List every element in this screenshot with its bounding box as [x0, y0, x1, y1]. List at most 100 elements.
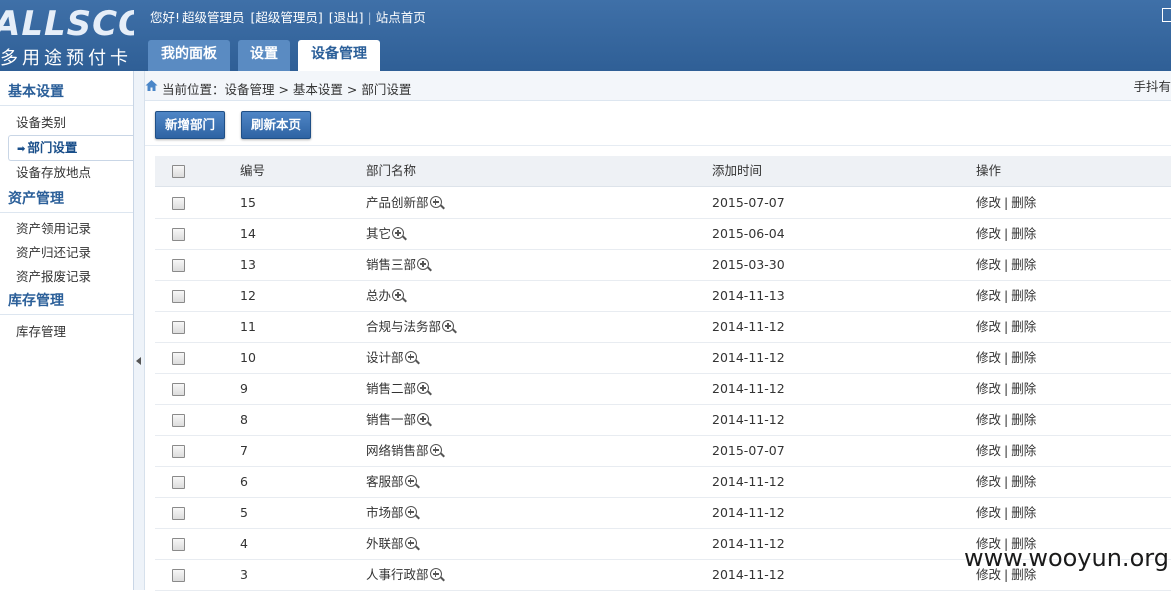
sidebar-item-asset-return[interactable]: 资产归还记录: [0, 241, 133, 265]
zoom-in-icon[interactable]: [429, 444, 445, 458]
separator: |: [1004, 288, 1009, 303]
cell-time: 2015-03-30: [712, 257, 785, 272]
edit-link[interactable]: 修改: [976, 319, 1001, 334]
edit-link[interactable]: 修改: [976, 226, 1001, 241]
edit-link[interactable]: 修改: [976, 443, 1001, 458]
sidebar-group-title[interactable]: 基本设置: [0, 79, 133, 106]
sidebar-item-device-category[interactable]: 设备类别: [0, 111, 133, 135]
sidebar-item-asset-scrap[interactable]: 资产报废记录: [0, 265, 133, 289]
zoom-in-icon[interactable]: [404, 506, 420, 520]
select-all-checkbox[interactable]: [172, 165, 185, 178]
divider: [145, 145, 1171, 146]
edit-link[interactable]: 修改: [976, 505, 1001, 520]
row-checkbox[interactable]: [172, 259, 185, 272]
row-checkbox[interactable]: [172, 476, 185, 489]
cell-time: 2014-11-12: [712, 474, 785, 489]
row-checkbox[interactable]: [172, 538, 185, 551]
main-content: 当前位置：设备管理 > 基本设置 > 部门设置 手抖有 新增部门 刷新本页 编号…: [145, 71, 1171, 591]
cell-ops: 修改 | 删除: [976, 311, 1036, 342]
delete-link[interactable]: 删除: [1011, 412, 1036, 427]
header-time: 添加时间: [712, 163, 763, 178]
top-bar: ALLSCORE 多用途预付卡 您好!超级管理员 [超级管理员] [退出]| 站点…: [0, 0, 1171, 71]
sidebar-group-title[interactable]: 库存管理: [0, 288, 133, 315]
sidebar-item-inventory[interactable]: 库存管理: [0, 320, 133, 344]
zoom-in-icon[interactable]: [429, 196, 445, 210]
delete-link[interactable]: 删除: [1011, 195, 1036, 210]
tab-settings[interactable]: 设置: [238, 40, 290, 71]
sidebar: 基本设置 设备类别 ➡ 部门设置 设备存放地点 资产管理 资产领用记录 资产归还记…: [0, 71, 134, 590]
cell-ops: 修改 | 删除: [976, 218, 1036, 249]
window-icon[interactable]: [1162, 8, 1171, 22]
department-name: 其它: [366, 226, 392, 241]
delete-link[interactable]: 删除: [1011, 257, 1036, 272]
add-department-button[interactable]: 新增部门: [155, 111, 226, 139]
row-checkbox[interactable]: [172, 228, 185, 241]
sidebar-item-label: 资产领用记录: [16, 221, 92, 236]
separator: |: [1004, 381, 1009, 396]
cell-id: 4: [240, 536, 248, 551]
cell-time: 2014-11-13: [712, 288, 785, 303]
zoom-in-icon[interactable]: [404, 475, 420, 489]
row-checkbox[interactable]: [172, 507, 185, 520]
row-checkbox[interactable]: [172, 414, 185, 427]
edit-link[interactable]: 修改: [976, 257, 1001, 272]
row-checkbox[interactable]: [172, 383, 185, 396]
user-bar: 您好! 超级管理员 [超级管理员] [退出] | 站点首页: [150, 7, 426, 26]
delete-link[interactable]: 删除: [1011, 381, 1036, 396]
zoom-in-icon[interactable]: [417, 413, 432, 427]
sidebar-item-label: 资产报废记录: [16, 269, 92, 284]
row-checkbox[interactable]: [172, 569, 185, 582]
zoom-in-icon[interactable]: [404, 537, 420, 551]
sidebar-item-storage-location[interactable]: 设备存放地点: [0, 161, 133, 185]
zoom-in-icon[interactable]: [392, 289, 407, 303]
cell-id: 9: [240, 381, 248, 396]
delete-link[interactable]: 删除: [1011, 443, 1036, 458]
edit-link[interactable]: 修改: [976, 381, 1001, 396]
site-home-link[interactable]: 站点首页: [376, 10, 426, 25]
cell-name: 销售二部: [366, 373, 432, 404]
row-checkbox[interactable]: [172, 290, 185, 303]
zoom-in-icon[interactable]: [417, 382, 432, 396]
zoom-in-icon[interactable]: [442, 320, 457, 334]
logo-text: ALLSCORE: [0, 4, 134, 44]
refresh-page-button[interactable]: 刷新本页: [241, 111, 312, 139]
edit-link[interactable]: 修改: [976, 350, 1001, 365]
tab-device-management[interactable]: 设备管理: [298, 40, 380, 71]
sidebar-group-title[interactable]: 资产管理: [0, 186, 133, 213]
department-name: 总办: [366, 288, 392, 303]
zoom-in-icon[interactable]: [417, 258, 432, 272]
delete-link[interactable]: 删除: [1011, 226, 1036, 241]
row-checkbox[interactable]: [172, 197, 185, 210]
edit-link[interactable]: 修改: [976, 474, 1001, 489]
logout-link[interactable]: [退出]: [329, 10, 364, 25]
edit-link[interactable]: 修改: [976, 412, 1001, 427]
sidebar-item-asset-borrow[interactable]: 资产领用记录: [0, 217, 133, 241]
delete-link[interactable]: 删除: [1011, 288, 1036, 303]
edit-link[interactable]: 修改: [976, 195, 1001, 210]
zoom-in-icon[interactable]: [429, 568, 445, 582]
tab-my-panel[interactable]: 我的面板: [148, 40, 230, 71]
cell-time: 2014-11-12: [712, 350, 785, 365]
edit-link[interactable]: 修改: [976, 288, 1001, 303]
cell-id: 11: [240, 319, 256, 334]
zoom-in-icon[interactable]: [404, 351, 420, 365]
row-checkbox[interactable]: [172, 445, 185, 458]
breadcrumb: 当前位置：设备管理 > 基本设置 > 部门设置: [162, 82, 412, 97]
row-checkbox[interactable]: [172, 321, 185, 334]
row-checkbox[interactable]: [172, 352, 185, 365]
delete-link[interactable]: 删除: [1011, 505, 1036, 520]
delete-link[interactable]: 删除: [1011, 474, 1036, 489]
sidebar-collapse-handle[interactable]: [134, 71, 145, 590]
chevron-left-icon: [136, 357, 141, 365]
delete-link[interactable]: 删除: [1011, 350, 1036, 365]
separator: |: [1004, 474, 1009, 489]
separator: |: [1004, 226, 1009, 241]
cell-time: 2015-07-07: [712, 195, 785, 210]
cell-ops: 修改 | 删除: [976, 404, 1036, 435]
department-name: 外联部: [366, 536, 404, 551]
cell-ops: 修改 | 删除: [976, 187, 1036, 218]
sidebar-item-department[interactable]: ➡ 部门设置: [8, 135, 133, 161]
zoom-in-icon[interactable]: [392, 227, 407, 241]
delete-link[interactable]: 删除: [1011, 319, 1036, 334]
department-name: 销售二部: [366, 381, 417, 396]
